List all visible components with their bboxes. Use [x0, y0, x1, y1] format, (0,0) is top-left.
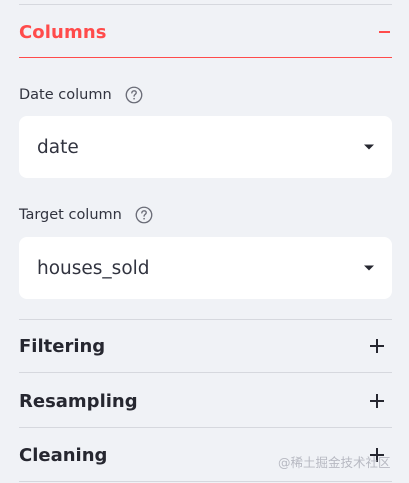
filtering-section-title: Filtering: [19, 335, 106, 357]
plus-icon[interactable]: [370, 394, 384, 408]
watermark: @稀土掘金技术社区: [278, 455, 391, 470]
columns-section-title: Columns: [19, 21, 107, 43]
section-divider: [19, 319, 392, 320]
question-circle-icon[interactable]: [135, 206, 153, 224]
date-column-select[interactable]: date: [19, 116, 392, 178]
date-column-label: Date column: [19, 87, 112, 103]
section-divider: [19, 481, 392, 482]
section-divider: [19, 372, 392, 373]
caret-down-icon[interactable]: [363, 143, 375, 151]
resampling-section-title: Resampling: [19, 390, 138, 412]
target-column-label-row: Target column: [19, 206, 153, 224]
filtering-expander-header[interactable]: Filtering: [19, 330, 392, 362]
section-divider: [19, 427, 392, 428]
cleaning-section-title: Cleaning: [19, 444, 108, 466]
target-column-select[interactable]: houses_sold: [19, 237, 392, 299]
question-circle-icon[interactable]: [125, 86, 143, 104]
caret-down-icon[interactable]: [363, 264, 375, 272]
columns-active-underline: [19, 57, 392, 58]
date-column-label-row: Date column: [19, 86, 143, 104]
date-column-value: date: [37, 136, 79, 158]
target-column-value: houses_sold: [37, 257, 150, 279]
plus-icon[interactable]: [370, 339, 384, 353]
minus-icon[interactable]: [372, 22, 392, 42]
top-divider: [19, 4, 392, 5]
resampling-expander-header[interactable]: Resampling: [19, 385, 392, 417]
target-column-label: Target column: [19, 207, 122, 223]
sidebar-panel: Columns Date column date Target column h…: [0, 0, 409, 483]
columns-expander-header[interactable]: Columns: [19, 16, 392, 48]
